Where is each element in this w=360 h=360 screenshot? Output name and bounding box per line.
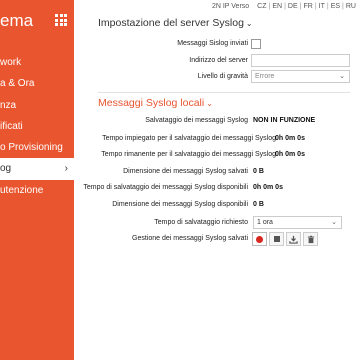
remaining-time-label: Tempo rimanente per il salvataggio dei m…: [101, 151, 276, 158]
saved-size-value: 0 B: [253, 168, 264, 175]
chevron-down-icon: ⌄: [331, 219, 337, 226]
server-address-label: Indirizzo del server: [189, 57, 248, 64]
sidebar-item-network[interactable]: work: [0, 52, 74, 73]
main-content: Impostazione del server Syslog ⌄ Messaggi…: [83, 0, 360, 360]
available-size-label: Dimensione dei messaggi Syslog disponibi…: [112, 201, 248, 208]
severity-level-label: Livello di gravità: [197, 73, 248, 80]
remaining-time-value: 0h 0m 0s: [275, 151, 305, 158]
server-address-input[interactable]: [251, 54, 350, 67]
sidebar-menu: work a & Ora nza ificati o Provisioning …: [0, 52, 74, 201]
sidebar-header: ema: [0, 0, 74, 38]
saving-status-label: Salvataggio dei messaggi Syslog: [145, 117, 248, 124]
record-icon: [256, 235, 263, 243]
stop-button[interactable]: [269, 232, 284, 246]
sidebar: ema work a & Ora nza ificati o Provision…: [0, 0, 74, 360]
chevron-down-icon: ⌄: [245, 19, 253, 28]
sidebar-item-auto-provisioning[interactable]: o Provisioning: [0, 137, 74, 158]
section-title-local[interactable]: Messaggi Syslog locali ⌄: [98, 97, 213, 109]
stop-icon: [273, 236, 280, 242]
saving-status-value: NON IN FUNZIONE: [253, 117, 316, 124]
available-size-value: 0 B: [253, 201, 264, 208]
download-button[interactable]: [286, 232, 301, 246]
delete-button[interactable]: [303, 232, 318, 246]
section-divider: [98, 92, 350, 93]
chevron-right-icon: ›: [64, 163, 68, 175]
send-messages-label: Messaggi Sislog inviati: [177, 40, 248, 47]
manage-messages-buttons: [252, 232, 318, 246]
app-title: ema: [0, 11, 34, 30]
requested-time-select[interactable]: 1 ora ⌄: [253, 216, 342, 229]
elapsed-time-value: 0h 0m 0s: [275, 135, 305, 142]
elapsed-time-label: Tempo impiegato per il salvataggio dei m…: [102, 135, 276, 142]
sidebar-item-date-time[interactable]: a & Ora: [0, 73, 74, 94]
download-icon: [289, 235, 298, 244]
section-title-server[interactable]: Impostazione del server Syslog ⌄: [98, 17, 253, 29]
trash-icon: [307, 235, 314, 243]
manage-messages-label: Gestione dei messaggi Syslog salvati: [132, 235, 248, 242]
sidebar-item-certificates[interactable]: ificati: [0, 116, 74, 137]
chevron-down-icon: ⌄: [206, 99, 213, 108]
sidebar-item-syslog[interactable]: og ›: [0, 158, 74, 180]
available-time-value: 0h 0m 0s: [253, 184, 283, 191]
requested-time-label: Tempo di salvataggio richiesto: [154, 219, 248, 226]
apps-grid-icon[interactable]: [55, 14, 67, 26]
sidebar-item-maintenance[interactable]: utenzione: [0, 180, 74, 201]
record-button[interactable]: [252, 232, 267, 246]
saved-size-label: Dimensione dei messaggi Syslog salvati: [123, 168, 248, 175]
chevron-down-icon: ⌄: [339, 73, 345, 80]
available-time-label: Tempo di salvataggio dei messaggi Syslog…: [83, 184, 248, 191]
send-messages-checkbox[interactable]: [251, 39, 261, 49]
sidebar-item-license[interactable]: nza: [0, 95, 74, 116]
severity-level-select[interactable]: Errore ⌄: [251, 70, 350, 83]
